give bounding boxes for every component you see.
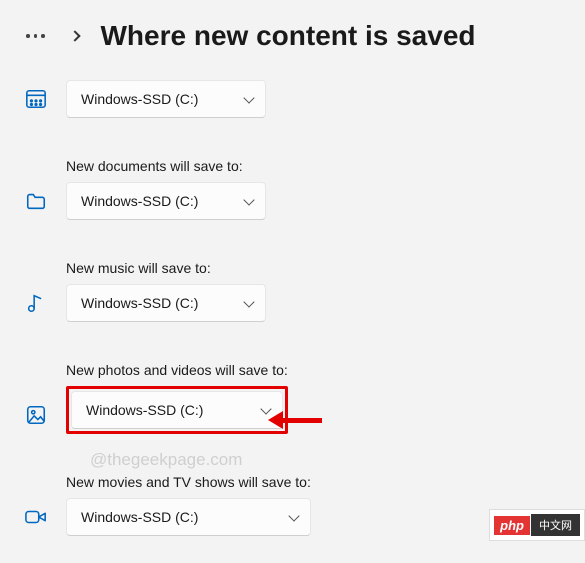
badge-right: 中文网	[531, 514, 580, 536]
chevron-down-icon	[288, 510, 299, 521]
watermark-text: @thegeekpage.com	[90, 450, 242, 470]
more-options-icon[interactable]	[22, 30, 49, 42]
dropdown-value: Windows-SSD (C:)	[81, 193, 227, 209]
documents-icon	[24, 182, 48, 220]
apps-icon	[24, 80, 48, 118]
documents-label: New documents will save to:	[66, 158, 266, 174]
arrow-annotation	[280, 418, 322, 423]
photos-icon	[24, 396, 48, 434]
movies-icon	[24, 498, 48, 536]
badge-left: php	[494, 516, 530, 535]
documents-location-dropdown[interactable]: Windows-SSD (C:)	[66, 182, 266, 220]
photos-location-dropdown[interactable]: Windows-SSD (C:)	[71, 391, 283, 429]
dropdown-value: Windows-SSD (C:)	[86, 402, 244, 418]
movies-location-dropdown[interactable]: Windows-SSD (C:)	[66, 498, 311, 536]
music-location-dropdown[interactable]: Windows-SSD (C:)	[66, 284, 266, 322]
chevron-down-icon	[243, 92, 254, 103]
apps-location-dropdown[interactable]: Windows-SSD (C:)	[66, 80, 266, 118]
chevron-down-icon	[243, 194, 254, 205]
highlight-annotation: Windows-SSD (C:)	[66, 386, 288, 434]
music-icon	[24, 284, 48, 322]
source-badge: php 中文网	[489, 509, 585, 541]
breadcrumb-chevron-icon	[67, 32, 83, 40]
dropdown-value: Windows-SSD (C:)	[81, 91, 227, 107]
movies-label: New movies and TV shows will save to:	[66, 474, 311, 490]
page-title: Where new content is saved	[101, 20, 476, 52]
photos-label: New photos and videos will save to:	[66, 362, 288, 378]
dropdown-value: Windows-SSD (C:)	[81, 295, 227, 311]
music-label: New music will save to:	[66, 260, 266, 276]
dropdown-value: Windows-SSD (C:)	[81, 509, 272, 525]
chevron-down-icon	[243, 296, 254, 307]
